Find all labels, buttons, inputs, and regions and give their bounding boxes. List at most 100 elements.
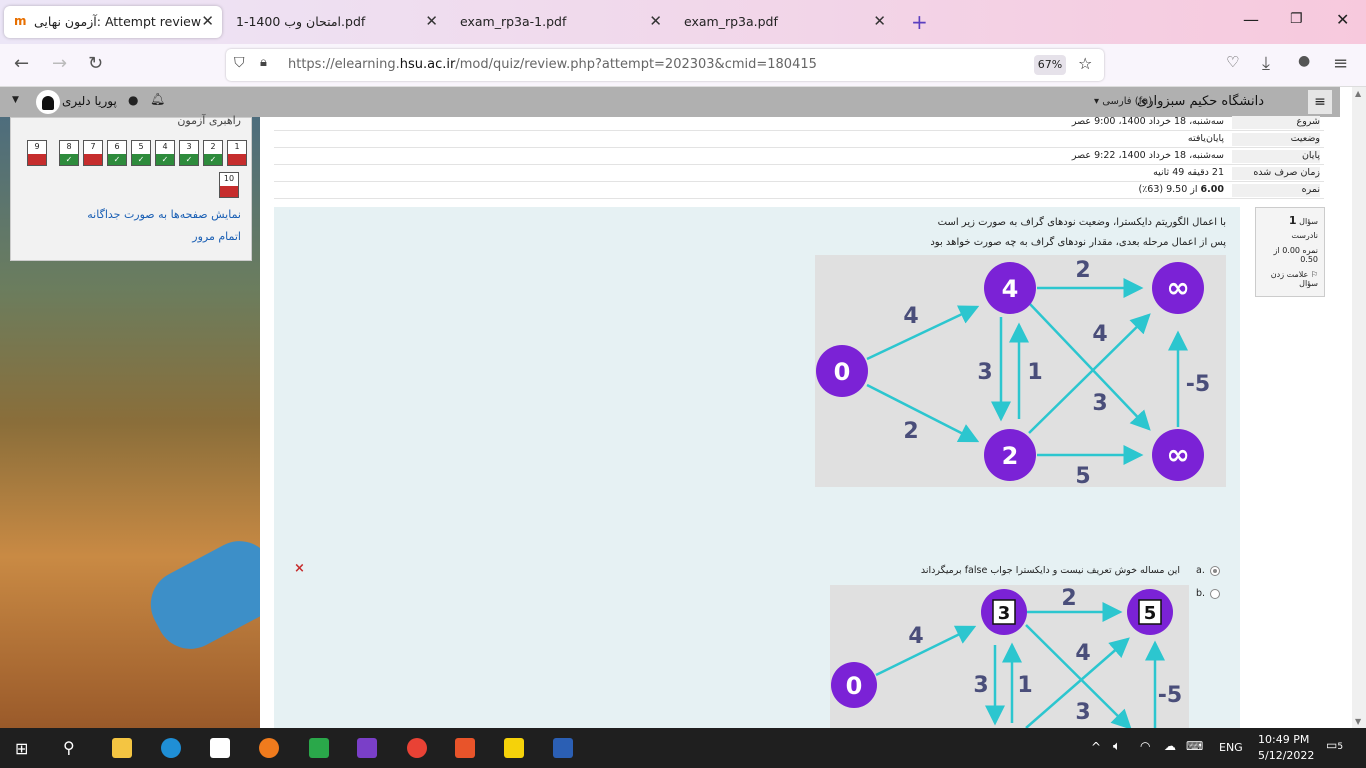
tab-title: exam_rp3a-1.pdf [460, 14, 567, 29]
option-a-radio[interactable] [1210, 566, 1220, 576]
user-name[interactable]: پوریا دلیری [62, 94, 117, 108]
incorrect-icon: × [294, 561, 305, 576]
option-a-letter: a. [1196, 565, 1205, 576]
drawer-toggle-icon[interactable]: ≡ [1308, 90, 1332, 114]
back-icon[interactable]: ← [14, 53, 29, 74]
question-nav-button[interactable]: 3 ✓ [179, 140, 199, 166]
tab-title: exam_rp3a.pdf [684, 14, 778, 29]
clock-time[interactable]: 10:49 PM [1258, 733, 1309, 746]
question-nav-button[interactable]: 6 ✓ [107, 140, 127, 166]
close-tab-icon[interactable]: ✕ [873, 12, 886, 30]
word-icon[interactable] [553, 738, 573, 758]
question-nav-button[interactable]: 10 [219, 172, 239, 198]
tab-exam-rp3a[interactable]: exam_rp3a.pdf ✕ [676, 6, 894, 38]
restore-icon[interactable]: ❐ [1290, 11, 1303, 27]
extension-icon[interactable]: ● [1298, 53, 1310, 69]
windows-start-icon[interactable]: ⊞ [15, 739, 28, 758]
chat-icon[interactable]: ● [128, 93, 138, 107]
url-bar[interactable]: ⛉ 🔒︎ https://elearning.hsu.ac.ir/mod/qui… [226, 49, 1104, 81]
chevron-down-icon[interactable]: ▼ [12, 95, 19, 105]
status-wrong-bar [28, 154, 46, 165]
app-icon[interactable] [309, 738, 329, 758]
tab-attempt-review[interactable]: m آزمون نهایی: Attempt review ✕ [4, 6, 222, 38]
notification-icon[interactable]: ▭5 [1326, 738, 1343, 752]
reload-icon[interactable]: ↻ [88, 53, 103, 74]
edge-weight-label: 1 [1017, 673, 1032, 698]
download-icon[interactable]: ⤓ [1262, 53, 1270, 74]
scroll-up-icon[interactable]: ▲ [1355, 89, 1361, 98]
close-tab-icon[interactable]: ✕ [425, 12, 438, 30]
question-nav-button[interactable]: 9 [27, 140, 47, 166]
option-a-text[interactable]: این مساله خوش تعریف نیست و دایکسترا جواب… [921, 565, 1180, 576]
volume-icon[interactable]: 🔈︎ [1113, 739, 1121, 754]
edge-weight-label: 4 [903, 304, 918, 329]
visual-studio-icon[interactable] [357, 738, 377, 758]
close-tab-icon[interactable]: ✕ [649, 12, 662, 30]
minimize-icon[interactable]: — [1243, 10, 1259, 29]
question-nav-number: 9 [34, 142, 40, 151]
media-player-icon[interactable] [504, 738, 524, 758]
summary-row-grade: نمره 6.00 از 9.50 (63٪) [274, 181, 1324, 199]
tab-exam-rp3a-1[interactable]: exam_rp3a-1.pdf ✕ [452, 6, 670, 38]
check-icon: ✓ [204, 154, 222, 165]
question-nav-button[interactable]: 8 ✓ [59, 140, 79, 166]
bell-icon[interactable]: 🔔︎ [150, 92, 165, 106]
edge-icon[interactable] [161, 738, 181, 758]
check-icon: ✓ [60, 154, 78, 165]
question-nav-button[interactable]: 4 ✓ [155, 140, 175, 166]
onedrive-icon[interactable]: ☁ [1164, 739, 1176, 753]
language-indicator[interactable]: ENG [1219, 741, 1243, 754]
menu-icon[interactable]: ≡ [1333, 53, 1348, 74]
graph-edge [1028, 313, 1151, 434]
tray-chevron-icon[interactable]: ^ [1091, 740, 1101, 754]
scroll-down-icon[interactable]: ▼ [1355, 717, 1361, 726]
site-name[interactable]: دانشگاه حکیم سبزواری [1137, 94, 1264, 109]
pocket-icon[interactable]: ♡ [1226, 53, 1239, 71]
question-number: سؤال 1 [1288, 214, 1318, 227]
node-value: ∞ [1166, 438, 1189, 471]
zoom-level[interactable]: 67% [1034, 55, 1066, 75]
edge-weight-label: 5 [1075, 464, 1090, 487]
office-icon[interactable] [455, 738, 475, 758]
tab-title: امتحان وب 1400-1.pdf [236, 14, 366, 29]
file-explorer-icon[interactable] [112, 738, 132, 758]
node-value: 3 [998, 603, 1011, 624]
edge-weight-label: -5 [1186, 372, 1210, 397]
flag-question[interactable]: ⚐ علامت زدن سؤال [1256, 270, 1318, 288]
clock-date[interactable]: 5/12/2022 [1258, 749, 1314, 762]
new-tab-icon[interactable]: + [911, 10, 928, 34]
edge-weight-label: 3 [1092, 391, 1107, 416]
option-b-radio[interactable] [1210, 589, 1220, 599]
avatar[interactable] [36, 90, 60, 114]
node-value: 4 [1002, 275, 1019, 303]
keyboard-icon[interactable]: ⌨ [1186, 739, 1203, 753]
check-icon: ✓ [156, 154, 174, 165]
question-nav-button[interactable]: 7 [83, 140, 103, 166]
question-nav-button[interactable]: 1 [227, 140, 247, 166]
firefox-icon[interactable] [259, 738, 279, 758]
tab-pdf-web[interactable]: امتحان وب 1400-1.pdf ✕ [228, 6, 446, 38]
close-tab-icon[interactable]: ✕ [201, 12, 214, 30]
browser-tab-bar: m آزمون نهایی: Attempt review ✕ امتحان و… [0, 0, 1366, 44]
forward-icon[interactable]: → [52, 53, 67, 74]
chrome-icon[interactable] [407, 738, 427, 758]
close-window-icon[interactable]: ✕ [1336, 10, 1349, 29]
node-value: 0 [846, 672, 863, 700]
question-nav-button[interactable]: 5 ✓ [131, 140, 151, 166]
option-b-graph-image[interactable]: 4 2 3 1 4 3 -5 0 3 5 [830, 585, 1189, 730]
bookmark-star-icon[interactable]: ☆ [1078, 54, 1092, 73]
vertical-scrollbar[interactable]: ▲ ▼ [1352, 87, 1366, 728]
question-nav-number: 3 [186, 142, 192, 151]
lock-icon[interactable]: 🔒︎ [260, 55, 267, 70]
status-wrong-bar [84, 154, 102, 165]
network-icon[interactable]: ◠ [1140, 739, 1150, 753]
search-icon[interactable]: ⚲ [63, 738, 75, 757]
show-one-page-link[interactable]: نمایش صفحه‌ها به صورت جداگانه [87, 208, 241, 221]
question-nav-button[interactable]: 2 ✓ [203, 140, 223, 166]
store-icon[interactable] [210, 738, 230, 758]
graph-image: 4 2 2 3 1 4 3 5 -5 0 4 2 ∞ ∞ [815, 255, 1226, 489]
finish-review-link[interactable]: اتمام مرور [192, 230, 241, 243]
node-value: 2 [1002, 442, 1019, 470]
shield-icon[interactable]: ⛉ [234, 55, 245, 71]
language-menu[interactable]: ▾ فارسی (fa) [1094, 96, 1152, 107]
